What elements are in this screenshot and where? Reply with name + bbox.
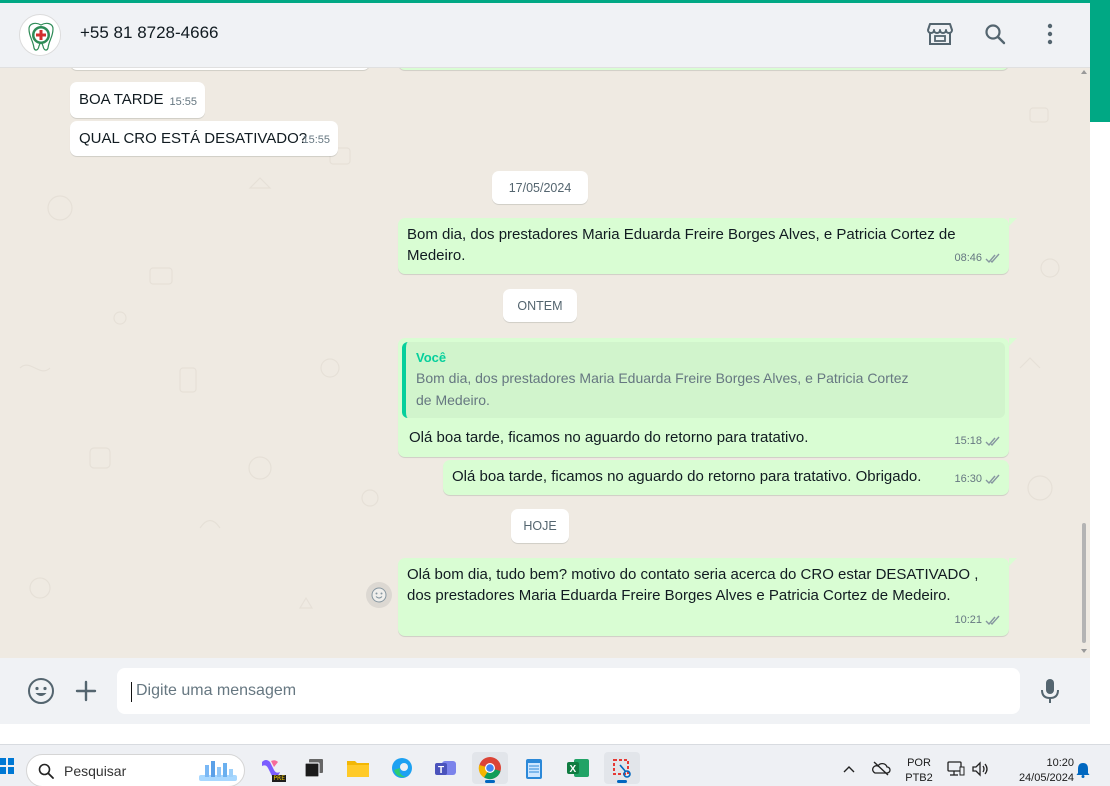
message-text: Olá boa tarde, ficamos no aguardo do ret… bbox=[452, 468, 922, 485]
whatsapp-window: +55 81 8728-4666 BOA TARDE 15:55 QUAL CR… bbox=[0, 0, 1110, 786]
chat-area[interactable]: BOA TARDE 15:55 QUAL CRO ESTÁ DESATIVADO… bbox=[0, 68, 1090, 658]
excel-app-icon[interactable]: X bbox=[560, 752, 596, 784]
quote-author: Você bbox=[416, 350, 447, 365]
message-outgoing[interactable]: Olá bom dia, tudo bem? motivo do contato… bbox=[398, 558, 1009, 636]
edge-browser-icon[interactable] bbox=[384, 752, 420, 784]
file-explorer-icon[interactable] bbox=[340, 752, 376, 784]
scroll-thumb[interactable] bbox=[1082, 523, 1086, 643]
language-indicator[interactable]: POR PTB2 bbox=[903, 756, 935, 786]
attach-plus-icon[interactable] bbox=[72, 677, 100, 705]
contact-name[interactable]: +55 81 8728-4666 bbox=[80, 23, 219, 43]
message-text: Olá boa tarde, ficamos no aguardo do ret… bbox=[409, 429, 809, 446]
volume-icon[interactable] bbox=[971, 761, 989, 777]
copilot-app-icon[interactable]: PRE bbox=[252, 752, 288, 784]
message-time: 08:46 bbox=[954, 252, 982, 264]
taskbar-search-label: Pesquisar bbox=[64, 763, 127, 779]
clock-date: 24/05/2024 bbox=[1018, 772, 1074, 784]
windows-taskbar: Pesquisar PRE T X POR PTB2 10:20 24/05/2… bbox=[0, 744, 1110, 786]
task-view-icon[interactable] bbox=[296, 752, 332, 784]
message-text: BOA TARDE bbox=[79, 91, 164, 108]
clock[interactable]: 10:20 24/05/2024 bbox=[1000, 756, 1074, 786]
date-divider: HOJE bbox=[511, 509, 569, 543]
message-outgoing[interactable]: Bom dia, dos prestadores Maria Eduarda F… bbox=[398, 218, 1009, 274]
network-icon[interactable] bbox=[947, 761, 965, 777]
double-check-icon bbox=[985, 436, 1000, 447]
quoted-message[interactable]: Você Bom dia, dos prestadores Maria Edua… bbox=[402, 342, 1005, 418]
message-time: 15:55 bbox=[302, 134, 330, 146]
emoji-icon[interactable] bbox=[27, 677, 55, 705]
bubble-tail bbox=[1009, 558, 1017, 566]
message-meta: 16:30 bbox=[954, 469, 1001, 490]
message-outgoing[interactable]: Olá boa tarde, ficamos no aguardo do ret… bbox=[443, 460, 1009, 495]
bubble-tail bbox=[1009, 218, 1017, 226]
message-time: 16:30 bbox=[954, 473, 982, 485]
pre-badge: PRE bbox=[272, 775, 286, 782]
window-right-margin bbox=[1090, 122, 1110, 744]
message-time: 10:21 bbox=[954, 614, 982, 626]
message-outgoing-reply[interactable]: Você Bom dia, dos prestadores Maria Edua… bbox=[398, 338, 1009, 457]
dental-logo-icon bbox=[21, 16, 60, 55]
message-text: QUAL CRO ESTÁ DESATIVADO? bbox=[79, 130, 308, 147]
search-highlight-icon bbox=[199, 761, 237, 781]
message-meta: 15:18 bbox=[954, 431, 1001, 452]
message-time: 15:55 bbox=[169, 96, 197, 108]
teams-app-icon[interactable]: T bbox=[428, 752, 464, 784]
window-right-accent bbox=[1090, 0, 1110, 122]
microphone-icon[interactable] bbox=[1036, 677, 1064, 705]
message-bubble-partial bbox=[70, 68, 370, 70]
clock-time: 10:20 bbox=[1046, 757, 1074, 769]
double-check-icon bbox=[985, 253, 1000, 264]
snipping-tool-icon[interactable] bbox=[604, 752, 640, 784]
chevron-up-icon[interactable] bbox=[843, 765, 855, 773]
chat-scrollbar[interactable] bbox=[1080, 68, 1088, 658]
message-text: Bom dia, dos prestadores Maria Eduarda F… bbox=[407, 226, 956, 264]
date-divider: ONTEM bbox=[503, 289, 577, 322]
text-caret bbox=[131, 682, 132, 702]
active-app-indicator bbox=[485, 780, 495, 783]
emoji-react-icon[interactable] bbox=[366, 582, 392, 608]
avatar[interactable] bbox=[19, 14, 61, 56]
quote-text: Bom dia, dos prestadores Maria Eduarda F… bbox=[416, 370, 909, 408]
more-vertical-icon[interactable] bbox=[1036, 20, 1064, 48]
keyboard-layout: PTB2 bbox=[905, 772, 933, 784]
active-app-indicator bbox=[617, 780, 627, 783]
svg-text:X: X bbox=[570, 764, 577, 775]
message-composer bbox=[0, 658, 1090, 724]
search-icon[interactable] bbox=[981, 20, 1009, 48]
bubble-tail bbox=[1009, 338, 1017, 346]
message-input[interactable] bbox=[117, 668, 1020, 714]
message-incoming[interactable]: BOA TARDE 15:55 bbox=[70, 82, 205, 118]
search-icon bbox=[38, 763, 54, 779]
message-meta: 10:21 bbox=[954, 610, 1001, 631]
notification-bell-icon[interactable] bbox=[1076, 762, 1090, 778]
notepad-app-icon[interactable] bbox=[516, 752, 552, 784]
scroll-down-arrow[interactable] bbox=[1081, 649, 1087, 653]
message-text: Olá bom dia, tudo bem? motivo do contato… bbox=[407, 566, 979, 604]
date-divider: 17/05/2024 bbox=[492, 171, 588, 204]
message-time: 15:18 bbox=[954, 435, 982, 447]
double-check-icon bbox=[985, 474, 1000, 485]
message-meta: 08:46 bbox=[954, 248, 1001, 269]
message-bubble-partial bbox=[398, 68, 1009, 70]
chat-header: +55 81 8728-4666 bbox=[0, 3, 1090, 68]
double-check-icon bbox=[985, 615, 1000, 626]
onedrive-offline-icon[interactable] bbox=[871, 760, 891, 776]
windows-start-icon[interactable] bbox=[0, 758, 14, 774]
taskbar-search[interactable]: Pesquisar bbox=[26, 754, 245, 786]
chrome-browser-icon[interactable] bbox=[472, 752, 508, 784]
language-code: POR bbox=[907, 757, 931, 769]
store-icon[interactable] bbox=[926, 20, 954, 48]
message-incoming[interactable]: QUAL CRO ESTÁ DESATIVADO? 15:55 bbox=[70, 121, 338, 156]
svg-text:T: T bbox=[438, 765, 444, 776]
